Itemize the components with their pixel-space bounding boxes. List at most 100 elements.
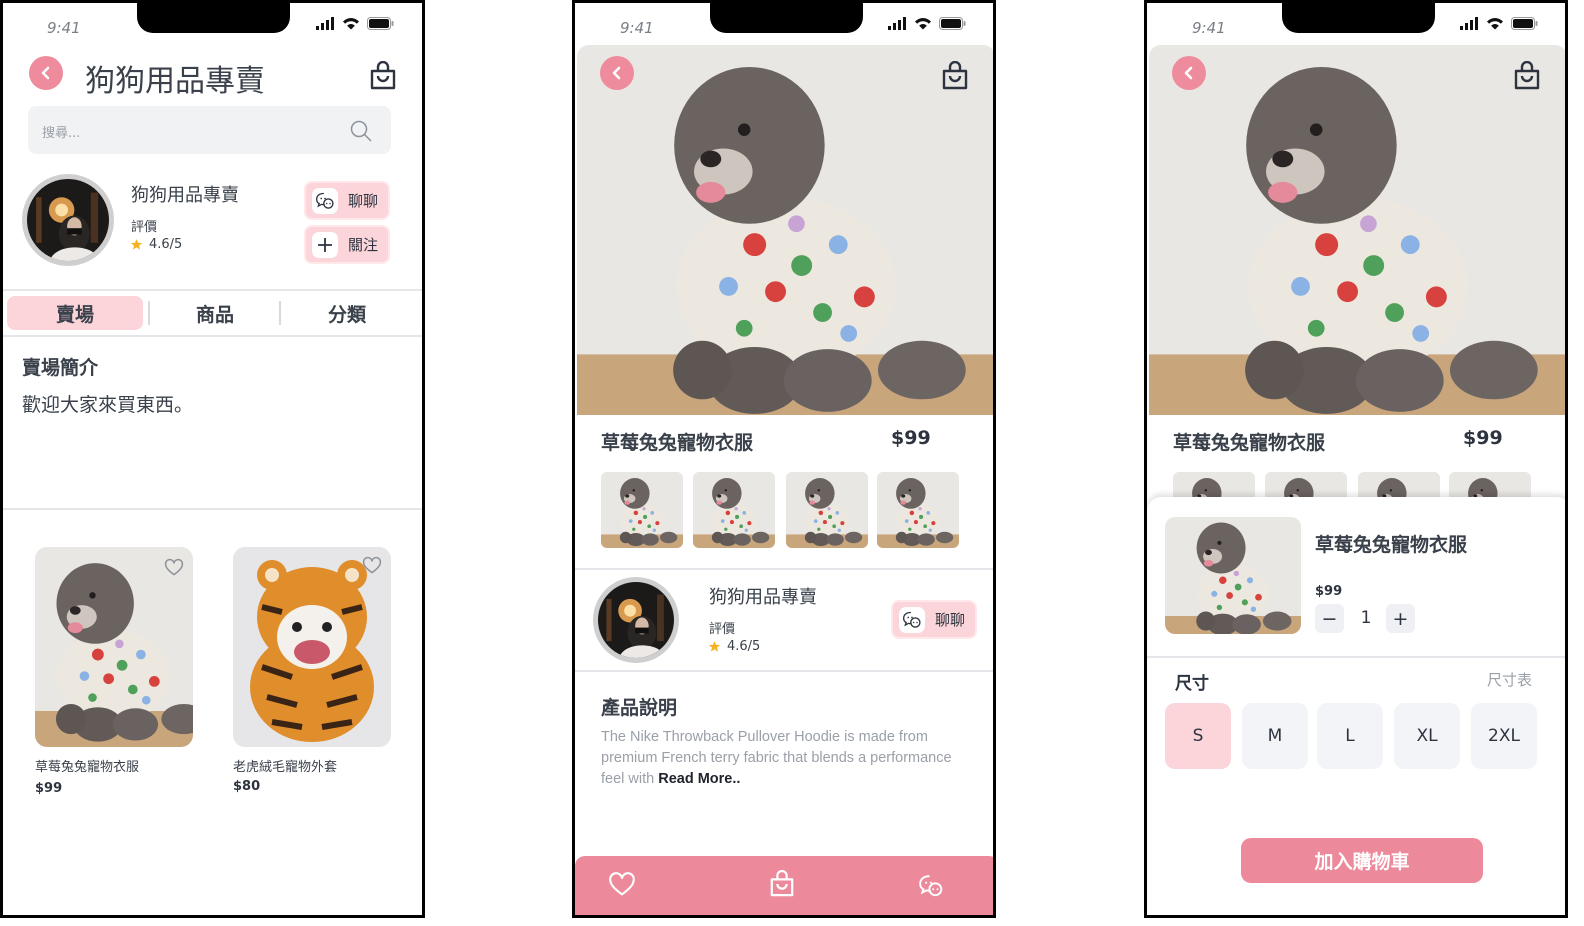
chevron-left-icon	[612, 66, 621, 80]
product-hero-image	[577, 45, 995, 415]
quantity-minus-button[interactable]: −	[1315, 604, 1344, 633]
size-option-m[interactable]: M	[1242, 703, 1308, 769]
status-icons	[888, 17, 966, 30]
notch	[1282, 3, 1435, 33]
shopping-bag-icon[interactable]	[369, 61, 397, 91]
notch	[137, 3, 290, 33]
notch	[710, 3, 863, 33]
search-icon[interactable]	[349, 119, 373, 143]
chat-icon	[312, 187, 338, 214]
signal-icon	[888, 17, 906, 30]
chat-label: 聊聊	[348, 192, 379, 210]
divider	[1147, 656, 1565, 658]
wifi-icon	[1487, 18, 1503, 30]
back-button[interactable]	[29, 56, 63, 90]
follow-button[interactable]: 關注	[304, 225, 390, 264]
chat-icon	[899, 606, 925, 633]
shopping-bag-icon[interactable]	[941, 61, 969, 91]
intro-title: 賣場簡介	[22, 357, 99, 379]
product-price: $80	[233, 779, 261, 794]
size-option-l[interactable]: L	[1317, 703, 1383, 769]
bottom-action-bar	[575, 856, 993, 915]
plus-icon	[312, 231, 338, 258]
chat-label: 聊聊	[935, 611, 966, 629]
product-name: 草莓兔兔寵物衣服	[601, 432, 754, 454]
quantity-plus-button[interactable]: +	[1386, 604, 1415, 633]
battery-icon	[1511, 17, 1538, 30]
intro-text: 歡迎大家來買東西。	[22, 394, 194, 416]
battery-icon	[939, 17, 966, 30]
chat-button[interactable]: 聊聊	[891, 600, 977, 639]
signal-icon	[1460, 17, 1478, 30]
avatar-image	[598, 582, 674, 658]
rating-row: 4.6/5	[708, 639, 760, 654]
wifi-icon	[343, 18, 359, 30]
back-button[interactable]	[1172, 56, 1206, 90]
product-card-image[interactable]	[233, 547, 391, 747]
rating-row: 4.6/5	[130, 237, 182, 252]
tab-store[interactable]: 賣場	[7, 296, 143, 330]
shopping-bag-icon[interactable]	[769, 870, 795, 898]
page-title: 狗狗用品專賣	[85, 64, 265, 99]
heart-icon[interactable]	[164, 558, 184, 578]
size-option-2xl[interactable]: 2XL	[1471, 703, 1537, 769]
shop-name: 狗狗用品專賣	[709, 587, 817, 608]
shop-screen: 9:41 狗狗用品專賣 搜尋... 狗狗用品專賣 評價 4.6/5 聊聊 關注 …	[0, 0, 425, 918]
battery-icon	[367, 17, 394, 30]
tab-separator	[148, 301, 150, 325]
size-option-s[interactable]: S	[1165, 703, 1231, 769]
sheet-product-image	[1165, 517, 1301, 634]
shopping-bag-icon[interactable]	[1513, 61, 1541, 91]
product-thumbnail[interactable]	[693, 472, 775, 548]
shop-name: 狗狗用品專賣	[131, 185, 239, 206]
status-icons	[1460, 17, 1538, 30]
divider	[3, 335, 422, 337]
product-price: $99	[891, 427, 931, 449]
product-detail-screen: 9:41 草莓兔兔寵物衣服 $99 狗狗用品專賣 評價 4.6/5 聊聊 產品說…	[572, 0, 996, 918]
status-icons	[316, 17, 394, 30]
chevron-left-icon	[41, 66, 50, 80]
chat-icon[interactable]	[918, 873, 944, 899]
tab-categories[interactable]: 分類	[281, 296, 413, 330]
chat-button[interactable]: 聊聊	[304, 181, 390, 220]
rating-value: 4.6/5	[727, 639, 761, 654]
wifi-icon	[915, 18, 931, 30]
star-icon	[130, 239, 143, 250]
product-hero-image	[1149, 45, 1567, 415]
product-thumbnail[interactable]	[786, 472, 868, 548]
size-chart-link[interactable]: 尺寸表	[1487, 669, 1532, 690]
heart-icon[interactable]	[608, 871, 636, 899]
signal-icon	[316, 17, 334, 30]
status-time: 9:41	[620, 19, 654, 37]
rating-label: 評價	[709, 622, 736, 637]
divider	[575, 568, 993, 570]
add-to-cart-button[interactable]: 加入購物車	[1241, 838, 1483, 883]
chevron-left-icon	[1184, 66, 1193, 80]
rating-value: 4.6/5	[149, 237, 183, 252]
divider	[3, 508, 422, 510]
search-bar[interactable]: 搜尋...	[28, 106, 391, 154]
product-thumbnail[interactable]	[601, 472, 683, 548]
size-option-xl[interactable]: XL	[1394, 703, 1460, 769]
size-label: 尺寸	[1175, 674, 1209, 694]
shop-avatar[interactable]	[593, 577, 679, 663]
product-price: $99	[1463, 427, 1503, 449]
status-time: 9:41	[1192, 19, 1226, 37]
divider	[575, 670, 993, 672]
product-name: 老虎絨毛寵物外套	[233, 760, 338, 775]
back-button[interactable]	[600, 56, 634, 90]
star-icon	[708, 641, 721, 652]
rating-label: 評價	[131, 220, 158, 235]
product-name: 草莓兔兔寵物衣服	[35, 760, 140, 775]
shop-avatar[interactable]	[22, 174, 114, 266]
product-name: 草莓兔兔寵物衣服	[1173, 432, 1326, 454]
tab-products[interactable]: 商品	[151, 296, 279, 330]
sheet-product-price: $99	[1315, 584, 1343, 599]
read-more-link[interactable]: Read More..	[658, 771, 740, 787]
divider	[3, 289, 422, 291]
sheet-product-name: 草莓兔兔寵物衣服	[1315, 534, 1468, 556]
product-thumbnail[interactable]	[877, 472, 959, 548]
status-time: 9:41	[47, 19, 81, 37]
heart-icon[interactable]	[362, 556, 382, 576]
avatar-image	[27, 179, 109, 261]
